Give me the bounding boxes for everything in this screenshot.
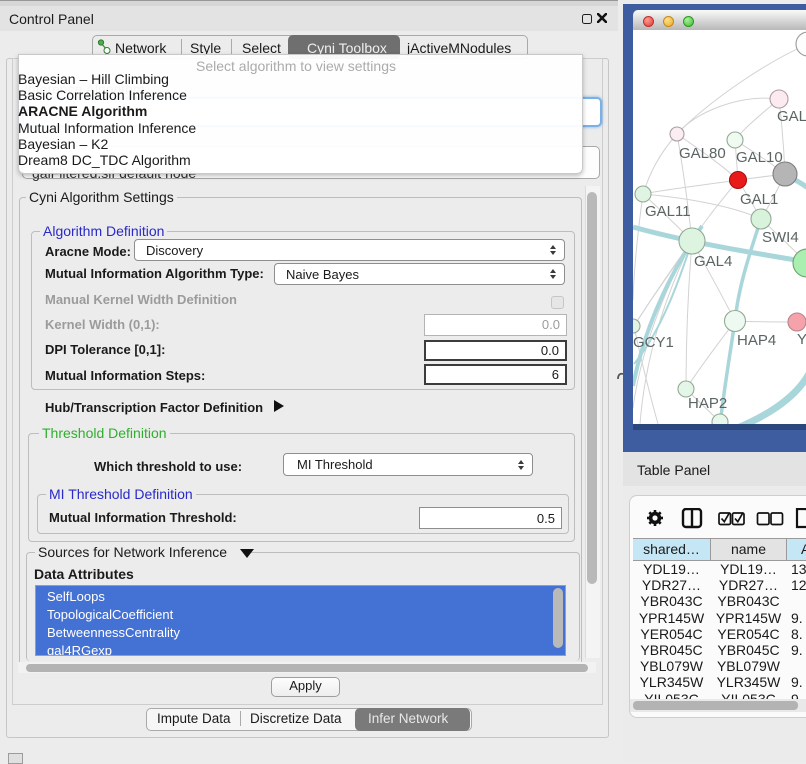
svg-text:HAP4: HAP4 bbox=[737, 332, 776, 349]
svg-text:HAP2: HAP2 bbox=[688, 395, 727, 412]
svg-text:GAL1: GAL1 bbox=[740, 191, 778, 208]
svg-text:GAL10: GAL10 bbox=[736, 149, 783, 166]
svg-text:GAL80: GAL80 bbox=[679, 145, 726, 162]
svg-text:GAL11: GAL11 bbox=[645, 203, 691, 220]
svg-text:GAL7: GAL7 bbox=[777, 108, 806, 125]
svg-text:GCY1: GCY1 bbox=[633, 334, 674, 351]
svg-text:GAL4: GAL4 bbox=[694, 253, 732, 270]
svg-text:Y: Y bbox=[797, 331, 806, 348]
svg-text:SWI4: SWI4 bbox=[762, 229, 799, 246]
